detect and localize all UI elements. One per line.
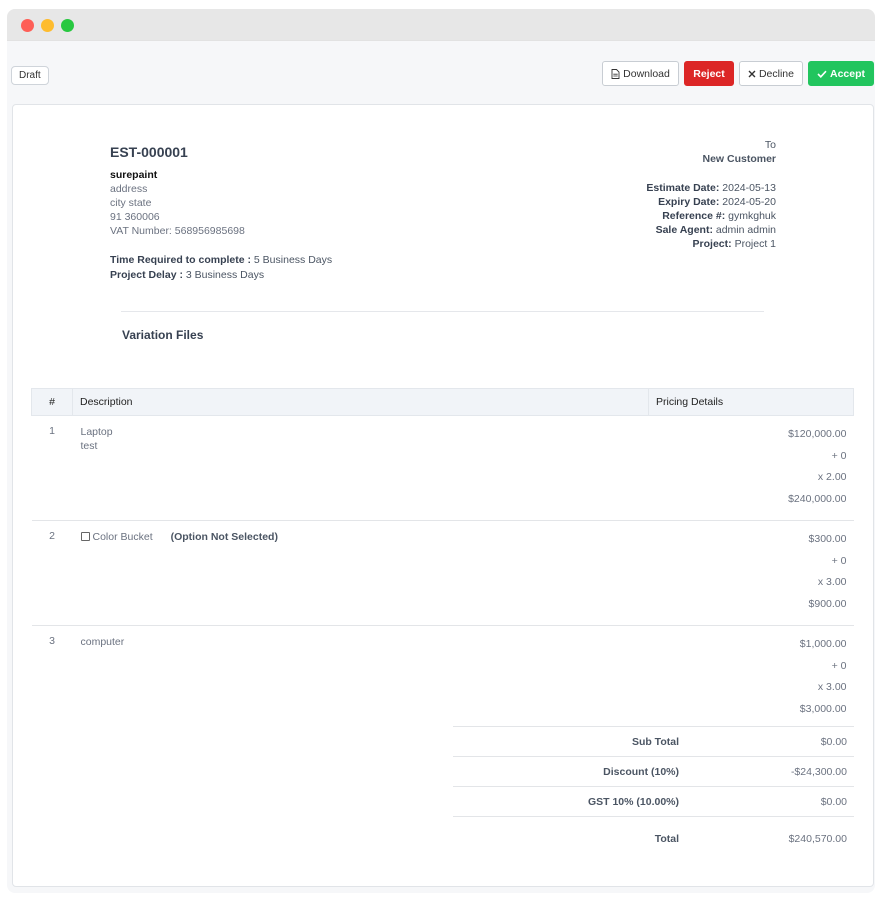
item-name: computer bbox=[80, 636, 125, 648]
app-window: Draft Download Reject Decline Accept EST… bbox=[7, 9, 875, 893]
total-label: Total bbox=[654, 832, 679, 845]
sale-agent-label: Sale Agent: bbox=[655, 224, 713, 236]
row-number: 2 bbox=[49, 530, 55, 542]
item-rate: $300.00 bbox=[808, 533, 847, 545]
item-amount: $900.00 bbox=[808, 597, 847, 610]
discount-value: -$24,300.00 bbox=[687, 756, 854, 787]
totals-spacer bbox=[453, 816, 854, 824]
minimize-window-button[interactable] bbox=[41, 19, 54, 32]
decline-button[interactable]: Decline bbox=[739, 61, 803, 86]
divider bbox=[121, 311, 764, 312]
item-rate: $120,000.00 bbox=[788, 428, 847, 440]
subtotal-value: $0.00 bbox=[687, 726, 854, 757]
item-tax: + 0 bbox=[831, 554, 847, 567]
decline-label: Decline bbox=[758, 67, 794, 80]
estimate-date-label: Estimate Date: bbox=[646, 182, 720, 194]
company-vat: VAT Number: 568956985698 bbox=[110, 225, 245, 237]
subtotal-row: Sub Total $0.00 bbox=[453, 726, 854, 757]
sale-agent-value: admin admin bbox=[715, 224, 776, 236]
project-delay-label: Project Delay : bbox=[110, 269, 183, 281]
maximize-window-button[interactable] bbox=[61, 19, 74, 32]
download-label: Download bbox=[623, 67, 670, 80]
accept-button[interactable]: Accept bbox=[808, 61, 874, 86]
reference-label: Reference #: bbox=[662, 210, 726, 222]
item-tax: + 0 bbox=[831, 659, 847, 672]
item-qty: x 3.00 bbox=[817, 681, 847, 693]
row-number: 1 bbox=[49, 425, 55, 437]
estimate-number: EST-000001 bbox=[110, 144, 188, 160]
close-icon bbox=[748, 70, 756, 77]
row-description: computer bbox=[73, 626, 649, 731]
pdf-file-icon bbox=[611, 68, 620, 79]
company-address: address bbox=[110, 183, 148, 195]
time-required-value: 5 Business Days bbox=[253, 254, 333, 266]
item-name: Laptop bbox=[80, 426, 113, 438]
status-badge: Draft bbox=[11, 66, 49, 85]
expiry-date-label: Expiry Date: bbox=[658, 196, 720, 208]
reference-value: gymkghuk bbox=[728, 210, 776, 222]
to-label: To bbox=[764, 139, 776, 151]
item-detail: test bbox=[80, 440, 98, 452]
company-zip: 91 360006 bbox=[110, 211, 160, 223]
expiry-date: 2024-05-20 bbox=[722, 196, 776, 208]
header-pricing: Pricing Details bbox=[648, 388, 854, 416]
row-pricing: $120,000.00 + 0 x 2.00 $240,000.00 bbox=[649, 416, 854, 521]
reject-button[interactable]: Reject bbox=[684, 61, 734, 86]
row-number: 3 bbox=[49, 635, 55, 647]
table-header-row: # Description Pricing Details bbox=[31, 388, 854, 416]
totals-table: Sub Total $0.00 Discount (10%) -$24,300.… bbox=[453, 726, 854, 854]
estimate-meta: To New Customer Estimate Date: 2024-05-1… bbox=[646, 138, 776, 251]
item-qty: x 3.00 bbox=[817, 576, 847, 588]
title-bar bbox=[7, 9, 875, 41]
items-table: # Description Pricing Details 1 Laptop t… bbox=[31, 388, 854, 730]
action-toolbar: Download Reject Decline Accept bbox=[602, 61, 874, 86]
project-label: Project: bbox=[692, 238, 732, 250]
option-note: (Option Not Selected) bbox=[170, 531, 278, 543]
option-checkbox[interactable] bbox=[80, 532, 90, 541]
discount-row: Discount (10%) -$24,300.00 bbox=[453, 756, 854, 787]
estimate-card: EST-000001 surepaint address city state … bbox=[12, 104, 874, 887]
row-pricing: $1,000.00 + 0 x 3.00 $3,000.00 bbox=[649, 626, 854, 731]
close-window-button[interactable] bbox=[21, 19, 34, 32]
company-city-state: city state bbox=[110, 197, 152, 209]
check-icon bbox=[817, 70, 827, 78]
item-amount: $240,000.00 bbox=[788, 492, 847, 505]
company-name: surepaint bbox=[110, 169, 158, 181]
project-delay-value: 3 Business Days bbox=[185, 269, 265, 281]
download-button[interactable]: Download bbox=[602, 61, 679, 86]
gst-row: GST 10% (10.00%) $0.00 bbox=[453, 786, 854, 817]
item-qty: x 2.00 bbox=[817, 471, 847, 483]
table-row: 3 computer $1,000.00 + 0 x 3.00 $3,000.0… bbox=[32, 626, 854, 731]
item-rate: $1,000.00 bbox=[799, 638, 847, 650]
item-tax: + 0 bbox=[831, 449, 847, 462]
item-amount: $3,000.00 bbox=[799, 702, 847, 715]
variation-files-title: Variation Files bbox=[122, 328, 204, 342]
header-number: # bbox=[31, 388, 73, 416]
timing-info: Time Required to complete : 5 Business D… bbox=[110, 253, 332, 283]
header-description: Description bbox=[72, 388, 649, 416]
total-row: Total $240,570.00 bbox=[453, 824, 854, 854]
item-name: Color Bucket bbox=[92, 531, 153, 543]
time-required-label: Time Required to complete : bbox=[110, 254, 251, 266]
estimate-date: 2024-05-13 bbox=[722, 182, 776, 194]
row-pricing: $300.00 + 0 x 3.00 $900.00 bbox=[649, 521, 854, 626]
subtotal-label: Sub Total bbox=[453, 726, 687, 757]
discount-label: Discount (10%) bbox=[453, 756, 687, 787]
table-row: 2 Color Bucket (Option Not Selected) $300… bbox=[31, 521, 854, 626]
total-value: $240,570.00 bbox=[788, 832, 847, 845]
accept-label: Accept bbox=[829, 67, 865, 80]
gst-value: $0.00 bbox=[687, 786, 854, 817]
customer-name: New Customer bbox=[702, 153, 776, 165]
company-info: surepaint address city state 91 360006 V… bbox=[110, 168, 245, 238]
project-value: Project 1 bbox=[734, 238, 776, 250]
gst-label: GST 10% (10.00%) bbox=[453, 786, 687, 817]
table-row: 1 Laptop test $120,000.00 + 0 x 2.00 $24… bbox=[31, 416, 854, 521]
row-description: Color Bucket (Option Not Selected) bbox=[73, 521, 649, 626]
row-description: Laptop test bbox=[73, 416, 649, 521]
